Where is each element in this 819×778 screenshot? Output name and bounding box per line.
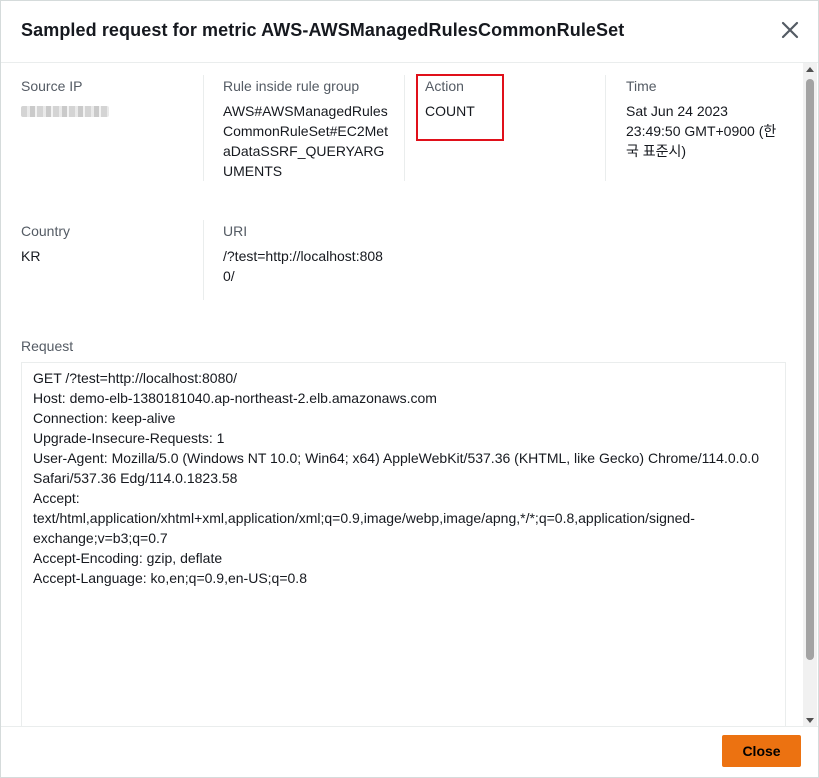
source-ip-label: Source IP [21, 78, 83, 94]
country-label: Country [21, 223, 71, 239]
request-content: GET /?test=http://localhost:8080/Host: d… [21, 362, 786, 742]
request-label: Request [21, 338, 74, 354]
uri-label: URI [223, 223, 248, 239]
rule-field: Rule inside rule group AWS#AWSManagedRul… [223, 76, 388, 181]
divider [203, 220, 204, 300]
sampled-request-modal: Sampled request for metric AWS-AWSManage… [0, 0, 819, 778]
divider [404, 75, 405, 181]
country-field: Country KR [21, 221, 191, 266]
scrollbar[interactable] [803, 63, 817, 727]
request-line: Accept: [33, 490, 80, 506]
modal-footer: Close [1, 726, 818, 777]
redacted-ip [21, 106, 109, 117]
request-line: Host: demo-elb-1380181040.ap-northeast-2… [33, 390, 437, 406]
request-field: Request [21, 336, 73, 361]
source-ip-field: Source IP [21, 76, 191, 122]
scroll-up-icon[interactable] [806, 67, 814, 72]
time-label: Time [626, 78, 657, 94]
scroll-down-icon[interactable] [806, 718, 814, 723]
divider [203, 75, 204, 181]
request-line: Accept-Encoding: gzip, deflate [33, 550, 223, 566]
rule-value: AWS#AWSManagedRulesCommonRuleSet#EC2Meta… [223, 103, 388, 179]
request-line: Accept-Language: ko,en;q=0.9,en-US;q=0.8 [33, 570, 307, 586]
rule-label: Rule inside rule group [223, 78, 360, 94]
close-icon[interactable] [778, 18, 802, 42]
modal-header: Sampled request for metric AWS-AWSManage… [1, 1, 818, 63]
time-field: Time Sat Jun 24 2023 23:49:50 GMT+0900 (… [626, 76, 786, 161]
highlight-box [416, 74, 504, 141]
scroll-thumb[interactable] [806, 79, 814, 660]
source-ip-value [21, 101, 191, 122]
divider [605, 75, 606, 181]
country-value: KR [21, 248, 41, 264]
request-line: GET /?test=http://localhost:8080/ [33, 370, 238, 386]
uri-field: URI /?test=http://localhost:8080/ [223, 221, 388, 286]
request-line: text/html,application/xhtml+xml,applicat… [33, 510, 695, 546]
request-line: User-Agent: Mozilla/5.0 (Windows NT 10.0… [33, 450, 763, 486]
modal-title: Sampled request for metric AWS-AWSManage… [21, 20, 625, 40]
request-line: Connection: keep-alive [33, 410, 176, 426]
request-line: Upgrade-Insecure-Requests: 1 [33, 430, 225, 446]
uri-value: /?test=http://localhost:8080/ [223, 248, 383, 284]
time-value: Sat Jun 24 2023 23:49:50 GMT+0900 (한국 표준… [626, 103, 777, 159]
close-button[interactable]: Close [722, 735, 801, 767]
